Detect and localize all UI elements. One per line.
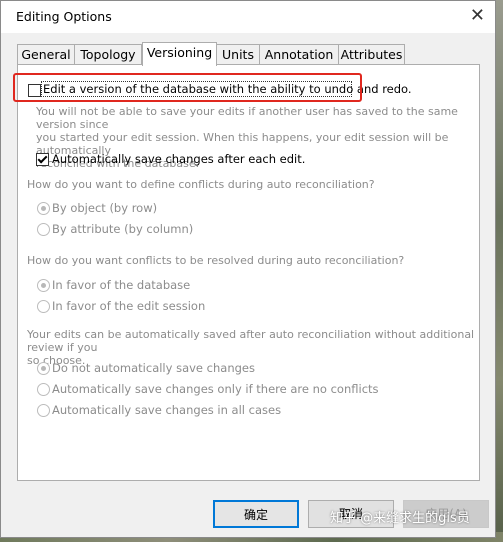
conflict-resolve-question: How do you want conflicts to be resolved… <box>27 254 405 267</box>
tab-versioning[interactable]: Versioning <box>142 42 217 66</box>
window-title: Editing Options <box>16 9 112 24</box>
by-attribute-radio[interactable] <box>37 223 50 236</box>
close-icon[interactable]: ✕ <box>470 5 485 26</box>
red-highlight-box <box>13 73 362 102</box>
ok-button[interactable]: 确定 <box>213 500 299 528</box>
save-after-reconcile-line-1: Your edits can be automatically saved af… <box>27 328 475 354</box>
conflict-define-question: How do you want to define conflicts duri… <box>27 178 375 191</box>
favor-session-label[interactable]: In favor of the edit session <box>52 299 205 313</box>
tab-general[interactable]: General <box>17 44 75 64</box>
by-attribute-label[interactable]: By attribute (by column) <box>52 222 193 236</box>
tab-attributes[interactable]: Attributes <box>338 44 405 64</box>
zhihu-watermark: 知乎 @来缝求生的gis员 <box>330 511 470 526</box>
undo-redo-desc-line-1: You will not be able to save your edits … <box>36 105 458 131</box>
title-bar: Editing Options ✕ <box>1 1 495 33</box>
do-not-save-label[interactable]: Do not automatically save changes <box>52 361 255 375</box>
save-if-no-conflicts-label[interactable]: Automatically save changes only if there… <box>52 382 379 396</box>
save-if-no-conflicts-radio[interactable] <box>37 383 50 396</box>
tab-topology[interactable]: Topology <box>74 44 142 64</box>
editing-options-dialog: Editing Options ✕ General Topology Versi… <box>0 0 496 538</box>
favor-database-radio[interactable] <box>37 279 50 292</box>
by-object-label[interactable]: By object (by row) <box>52 201 157 215</box>
by-object-radio[interactable] <box>37 202 50 215</box>
save-all-cases-label[interactable]: Automatically save changes in all cases <box>52 403 281 417</box>
tab-annotation[interactable]: Annotation <box>259 44 339 64</box>
do-not-save-radio[interactable] <box>37 362 50 375</box>
save-all-cases-radio[interactable] <box>37 404 50 417</box>
autosave-checkbox[interactable] <box>36 153 49 166</box>
autosave-label[interactable]: Automatically save changes after each ed… <box>52 152 305 166</box>
favor-database-label[interactable]: In favor of the database <box>52 278 190 292</box>
favor-session-radio[interactable] <box>37 300 50 313</box>
tab-units[interactable]: Units <box>216 44 260 64</box>
